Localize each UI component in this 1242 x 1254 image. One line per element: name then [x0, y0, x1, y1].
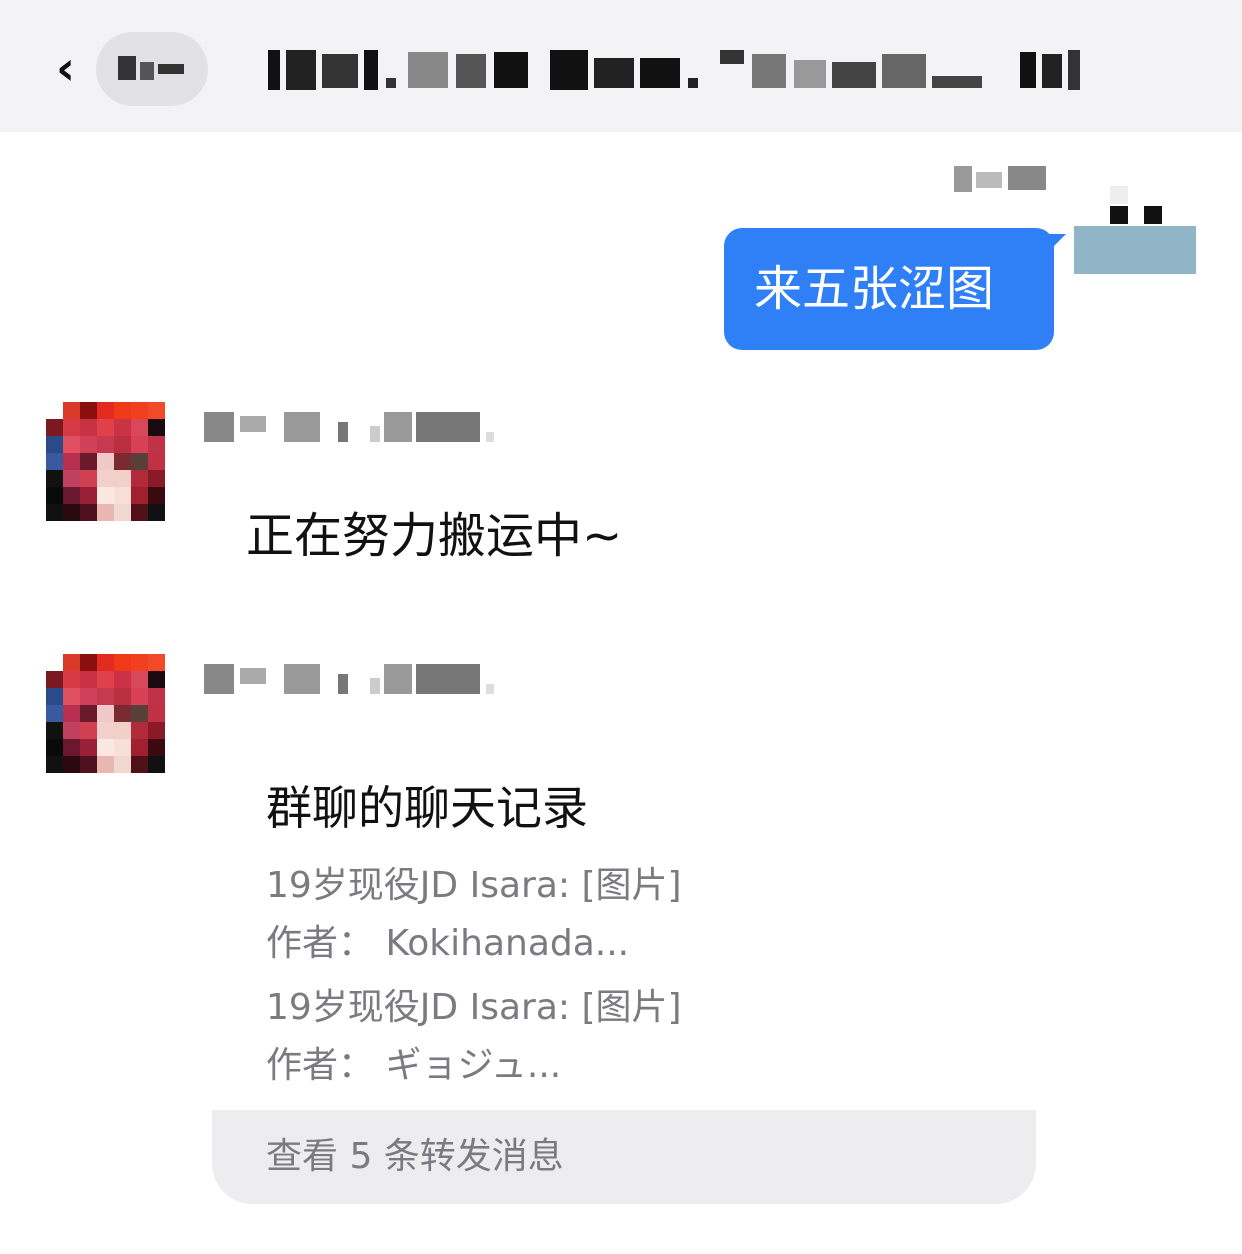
- avatar[interactable]: [46, 402, 166, 522]
- forward-card-title: 群聊的聊天记录: [266, 781, 588, 835]
- message-text: 来五张涩图: [754, 261, 995, 317]
- forward-card-line: 19岁现役JD Isara: [图片]: [266, 987, 682, 1028]
- outgoing-message-bubble[interactable]: 来五张涩图: [724, 228, 1066, 350]
- forward-card-line: 19岁现役JD Isara: [图片]: [266, 865, 682, 906]
- view-forwarded-messages-button[interactable]: 查看 5 条转发消息: [212, 1110, 1036, 1204]
- chat-title: [268, 50, 1088, 90]
- avatar[interactable]: [46, 654, 166, 774]
- unread-count-badge[interactable]: [96, 32, 208, 106]
- sender-name: [204, 412, 494, 442]
- chat-header: ‹: [0, 0, 1242, 132]
- incoming-message-text[interactable]: 正在努力搬运中~: [246, 504, 622, 568]
- view-forwarded-messages-label: 查看 5 条转发消息: [266, 1136, 564, 1177]
- forwarded-chat-record-card[interactable]: 群聊的聊天记录 19岁现役JD Isara: [图片] 作者： Kokihana…: [212, 760, 1036, 1204]
- chevron-left-icon[interactable]: ‹: [56, 44, 86, 92]
- forward-card-line: 作者： Kokihanada...: [266, 923, 630, 964]
- self-avatar[interactable]: [1074, 186, 1196, 276]
- self-name: [954, 166, 1046, 196]
- forward-card-line: 作者： ギョジュ...: [266, 1045, 562, 1086]
- sender-name: [204, 664, 494, 694]
